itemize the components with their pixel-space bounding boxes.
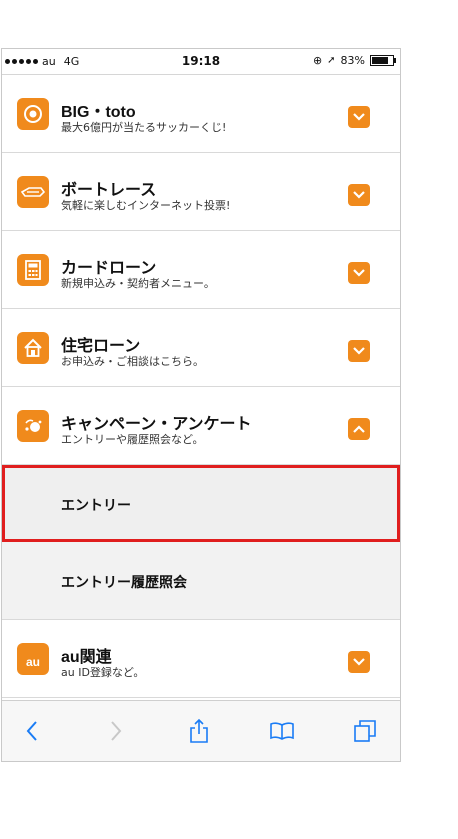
menu-item-card-loan[interactable]: カードローン 新規申込み・契約者メニュー。 bbox=[2, 231, 400, 309]
tabs-icon[interactable] bbox=[349, 715, 381, 747]
soccer-ball-icon bbox=[17, 98, 49, 130]
share-icon[interactable] bbox=[183, 715, 215, 747]
submenu-entry-label: エントリー bbox=[61, 498, 131, 514]
forward-icon[interactable] bbox=[100, 715, 132, 747]
au-icon: au bbox=[17, 643, 49, 675]
back-icon[interactable] bbox=[16, 715, 48, 747]
menu-item-subtitle: 気軽に楽しむインターネット投票! bbox=[61, 199, 231, 212]
submenu-entry-history[interactable]: エントリー履歴照会 bbox=[2, 542, 400, 620]
chevron-down-icon[interactable] bbox=[348, 651, 370, 673]
campaign-icon bbox=[17, 410, 49, 442]
menu-item-subtitle: 最大6億円が当たるサッカーくじ! bbox=[61, 121, 227, 134]
phone-frame: au 4G 19:18 ⊕ ➚ 83% BIG・toto 最大6億円が当たるサッ… bbox=[1, 48, 401, 762]
menu-item-subtitle: au ID登録など。 bbox=[61, 666, 145, 679]
menu-item-subtitle: お申込み・ご相談はこちら。 bbox=[61, 355, 204, 368]
chevron-down-icon[interactable] bbox=[348, 184, 370, 206]
menu-list: BIG・toto 最大6億円が当たるサッカーくじ! ボートレース 気軽に楽しむイ… bbox=[2, 75, 400, 698]
chevron-down-icon[interactable] bbox=[348, 340, 370, 362]
menu-item-housing-loan[interactable]: 住宅ローン お申込み・ご相談はこちら。 bbox=[2, 309, 400, 387]
browser-toolbar bbox=[2, 700, 400, 761]
status-right: ⊕ ➚ 83% bbox=[312, 54, 396, 67]
menu-item-subtitle: エントリーや履歴照会など。 bbox=[61, 433, 204, 446]
battery-percent: 83% bbox=[340, 54, 365, 67]
calculator-icon bbox=[17, 254, 49, 286]
menu-item-subtitle: 新規申込み・契約者メニュー。 bbox=[61, 277, 215, 290]
menu-item-au[interactable]: au au関連 au ID登録など。 bbox=[2, 620, 400, 698]
location-icon: ➚ bbox=[327, 55, 336, 66]
chevron-down-icon[interactable] bbox=[348, 106, 370, 128]
submenu-entry[interactable]: エントリー bbox=[2, 465, 400, 542]
status-bar: au 4G 19:18 ⊕ ➚ 83% bbox=[2, 49, 400, 75]
submenu-entry-history-label: エントリー履歴照会 bbox=[61, 575, 187, 591]
battery-icon bbox=[370, 55, 396, 66]
menu-item-big-toto[interactable]: BIG・toto 最大6億円が当たるサッカーくじ! bbox=[2, 75, 400, 153]
chevron-up-icon[interactable] bbox=[348, 418, 370, 440]
rotation-lock-icon: ⊕ bbox=[312, 54, 323, 67]
menu-item-campaign-survey[interactable]: キャンペーン・アンケート エントリーや履歴照会など。 bbox=[2, 387, 400, 465]
house-icon bbox=[17, 332, 49, 364]
menu-item-boat-race[interactable]: ボートレース 気軽に楽しむインターネット投票! bbox=[2, 153, 400, 231]
bookmarks-icon[interactable] bbox=[266, 715, 298, 747]
boat-icon bbox=[17, 176, 49, 208]
chevron-down-icon[interactable] bbox=[348, 262, 370, 284]
